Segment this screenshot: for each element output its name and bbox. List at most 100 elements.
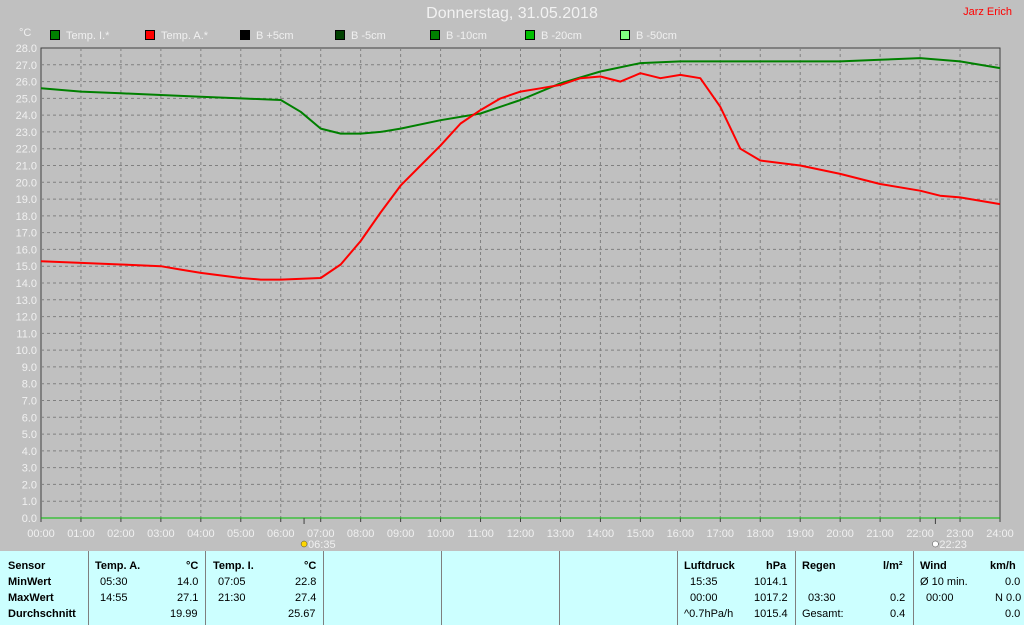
pressure-value-2: 1017.2 <box>754 592 788 604</box>
legend-label: B +5cm <box>256 30 294 42</box>
rain-value-2: 0.2 <box>890 592 906 604</box>
y-tick-label: 21.0 <box>16 161 37 173</box>
y-tick-label: 19.0 <box>16 194 37 206</box>
legend-item-b-minus50[interactable]: B -50cm <box>620 30 677 42</box>
legend-swatch <box>335 30 345 40</box>
y-tick-label: 24.0 <box>16 110 37 122</box>
legend-item-b-plus5[interactable]: B +5cm <box>240 30 294 42</box>
pressure-time-1: 15:35 <box>690 576 718 588</box>
pressure-value-1: 1014.1 <box>754 576 788 588</box>
y-tick-label: 18.0 <box>16 211 37 223</box>
temperature-chart: 0.0 1.0 2.0 3.0 4.0 5.0 6.0 7.0 8.0 9.0 10.0 11.0 12… <box>16 43 1014 551</box>
rain-total-label: Gesamt: <box>802 608 844 620</box>
x-tick-label: 21:00 <box>866 528 894 540</box>
temp-a-max-value: 27.1 <box>177 592 199 604</box>
x-tick-label: 10:00 <box>427 528 455 540</box>
x-tick-label: 01:00 <box>67 528 95 540</box>
y-tick-label: 0.0 <box>22 513 37 525</box>
y-tick-label: 8.0 <box>22 379 37 391</box>
y-tick-label: 27.0 <box>16 60 37 72</box>
chart-title: Donnerstag, 31.05.2018 <box>426 5 598 22</box>
y-axis-ticks: 0.0 1.0 2.0 3.0 4.0 5.0 6.0 7.0 8.0 9.0 10.0 11.0 12… <box>16 43 37 525</box>
x-tick-label: 06:00 <box>267 528 295 540</box>
y-tick-label: 26.0 <box>16 77 37 89</box>
temp-i-max-value: 27.4 <box>295 592 317 604</box>
y-tick-label: 5.0 <box>22 429 37 441</box>
temp-i-unit: °C <box>304 560 317 572</box>
y-tick-label: 3.0 <box>22 463 37 475</box>
legend-label: Temp. I.* <box>66 30 110 42</box>
y-tick-label: 14.0 <box>16 278 37 290</box>
divider <box>559 551 560 625</box>
x-tick-label: 00:00 <box>27 528 55 540</box>
y-tick-label: 23.0 <box>16 127 37 139</box>
x-tick-label: 15:00 <box>627 528 655 540</box>
wind-avg-value: 0.0 <box>1005 576 1021 588</box>
legend-item-temp-i[interactable]: Temp. I.* <box>50 30 109 42</box>
x-tick-label: 19:00 <box>786 528 814 540</box>
legend-item-b-minus10[interactable]: B -10cm <box>430 30 487 42</box>
legend-swatch <box>620 30 630 40</box>
x-tick-label: 18:00 <box>746 528 774 540</box>
temp-a-unit: °C <box>186 560 199 572</box>
sunset-icon <box>932 540 939 548</box>
wind-time: 00:00 <box>926 592 954 604</box>
y-tick-label: 25.0 <box>16 93 37 105</box>
y-tick-label: 13.0 <box>16 295 37 307</box>
temp-a-max-time: 14:55 <box>100 592 128 604</box>
divider <box>441 551 442 625</box>
x-tick-label: 04:00 <box>187 528 215 540</box>
sensor-header: Sensor <box>8 560 46 572</box>
y-tick-label: 9.0 <box>22 362 37 374</box>
wind-dir-value: N 0.0 <box>995 592 1022 604</box>
y-tick-label: 1.0 <box>22 496 37 508</box>
y-tick-label: 11.0 <box>16 328 37 340</box>
y-tick-label: 6.0 <box>22 412 37 424</box>
divider <box>88 551 89 625</box>
temp-a-header: Temp. A. <box>95 560 141 572</box>
x-tick-label: 09:00 <box>387 528 415 540</box>
y-tick-label: 4.0 <box>22 446 37 458</box>
author-label: Jarz Erich <box>963 6 1012 18</box>
divider <box>323 551 324 625</box>
legend-item-b-minus20[interactable]: B -20cm <box>525 30 582 42</box>
x-tick-label: 02:00 <box>107 528 135 540</box>
x-tick-label: 24:00 <box>986 528 1014 540</box>
y-tick-label: 2.0 <box>22 479 37 491</box>
y-tick-label: 15.0 <box>16 261 37 273</box>
temp-i-min-time: 07:05 <box>218 576 246 588</box>
statistics-table: Sensor MinWert MaxWert Durchschnitt Temp… <box>0 551 1024 625</box>
max-row-label: MaxWert <box>8 592 54 604</box>
min-row-label: MinWert <box>8 576 52 588</box>
rain-total-value: 0.4 <box>890 608 906 620</box>
sunset-time-label: 22:23 <box>939 539 967 551</box>
temp-i-max-time: 21:30 <box>218 592 246 604</box>
sunrise-time-label: 06:35 <box>308 539 336 551</box>
legend-label: B -10cm <box>446 30 487 42</box>
x-axis-ticks: 00:00 01:00 02:00 03:00 04:00 05:00 06:00 07:00… <box>27 528 1014 540</box>
rain-header: Regen <box>802 560 836 572</box>
y-tick-label: 20.0 <box>16 177 37 189</box>
temp-i-avg: 25.67 <box>288 608 316 620</box>
pressure-header: Luftdruck <box>684 560 735 572</box>
x-tick-label: 08:00 <box>347 528 375 540</box>
legend-item-b-minus5[interactable]: B -5cm <box>335 30 386 42</box>
rain-unit: l/m² <box>883 560 903 572</box>
temp-a-min-time: 05:30 <box>100 576 128 588</box>
legend-label: B -5cm <box>351 30 386 42</box>
legend-swatch <box>50 30 60 40</box>
x-tick-label: 22:00 <box>906 528 934 540</box>
legend-item-temp-a[interactable]: Temp. A.* <box>145 30 208 42</box>
divider <box>913 551 914 625</box>
legend-swatch <box>525 30 535 40</box>
x-tick-label: 17:00 <box>707 528 735 540</box>
wind-value-3: 0.0 <box>1005 608 1021 620</box>
y-tick-label: 12.0 <box>16 312 37 324</box>
pressure-trend: ^0.7hPa/h <box>684 608 734 620</box>
y-tick-label: 16.0 <box>16 244 37 256</box>
divider <box>205 551 206 625</box>
avg-row-label: Durchschnitt <box>8 608 76 620</box>
temp-a-avg: 19.99 <box>170 608 198 620</box>
legend-swatch <box>145 30 155 40</box>
pressure-value-3: 1015.4 <box>754 608 788 620</box>
